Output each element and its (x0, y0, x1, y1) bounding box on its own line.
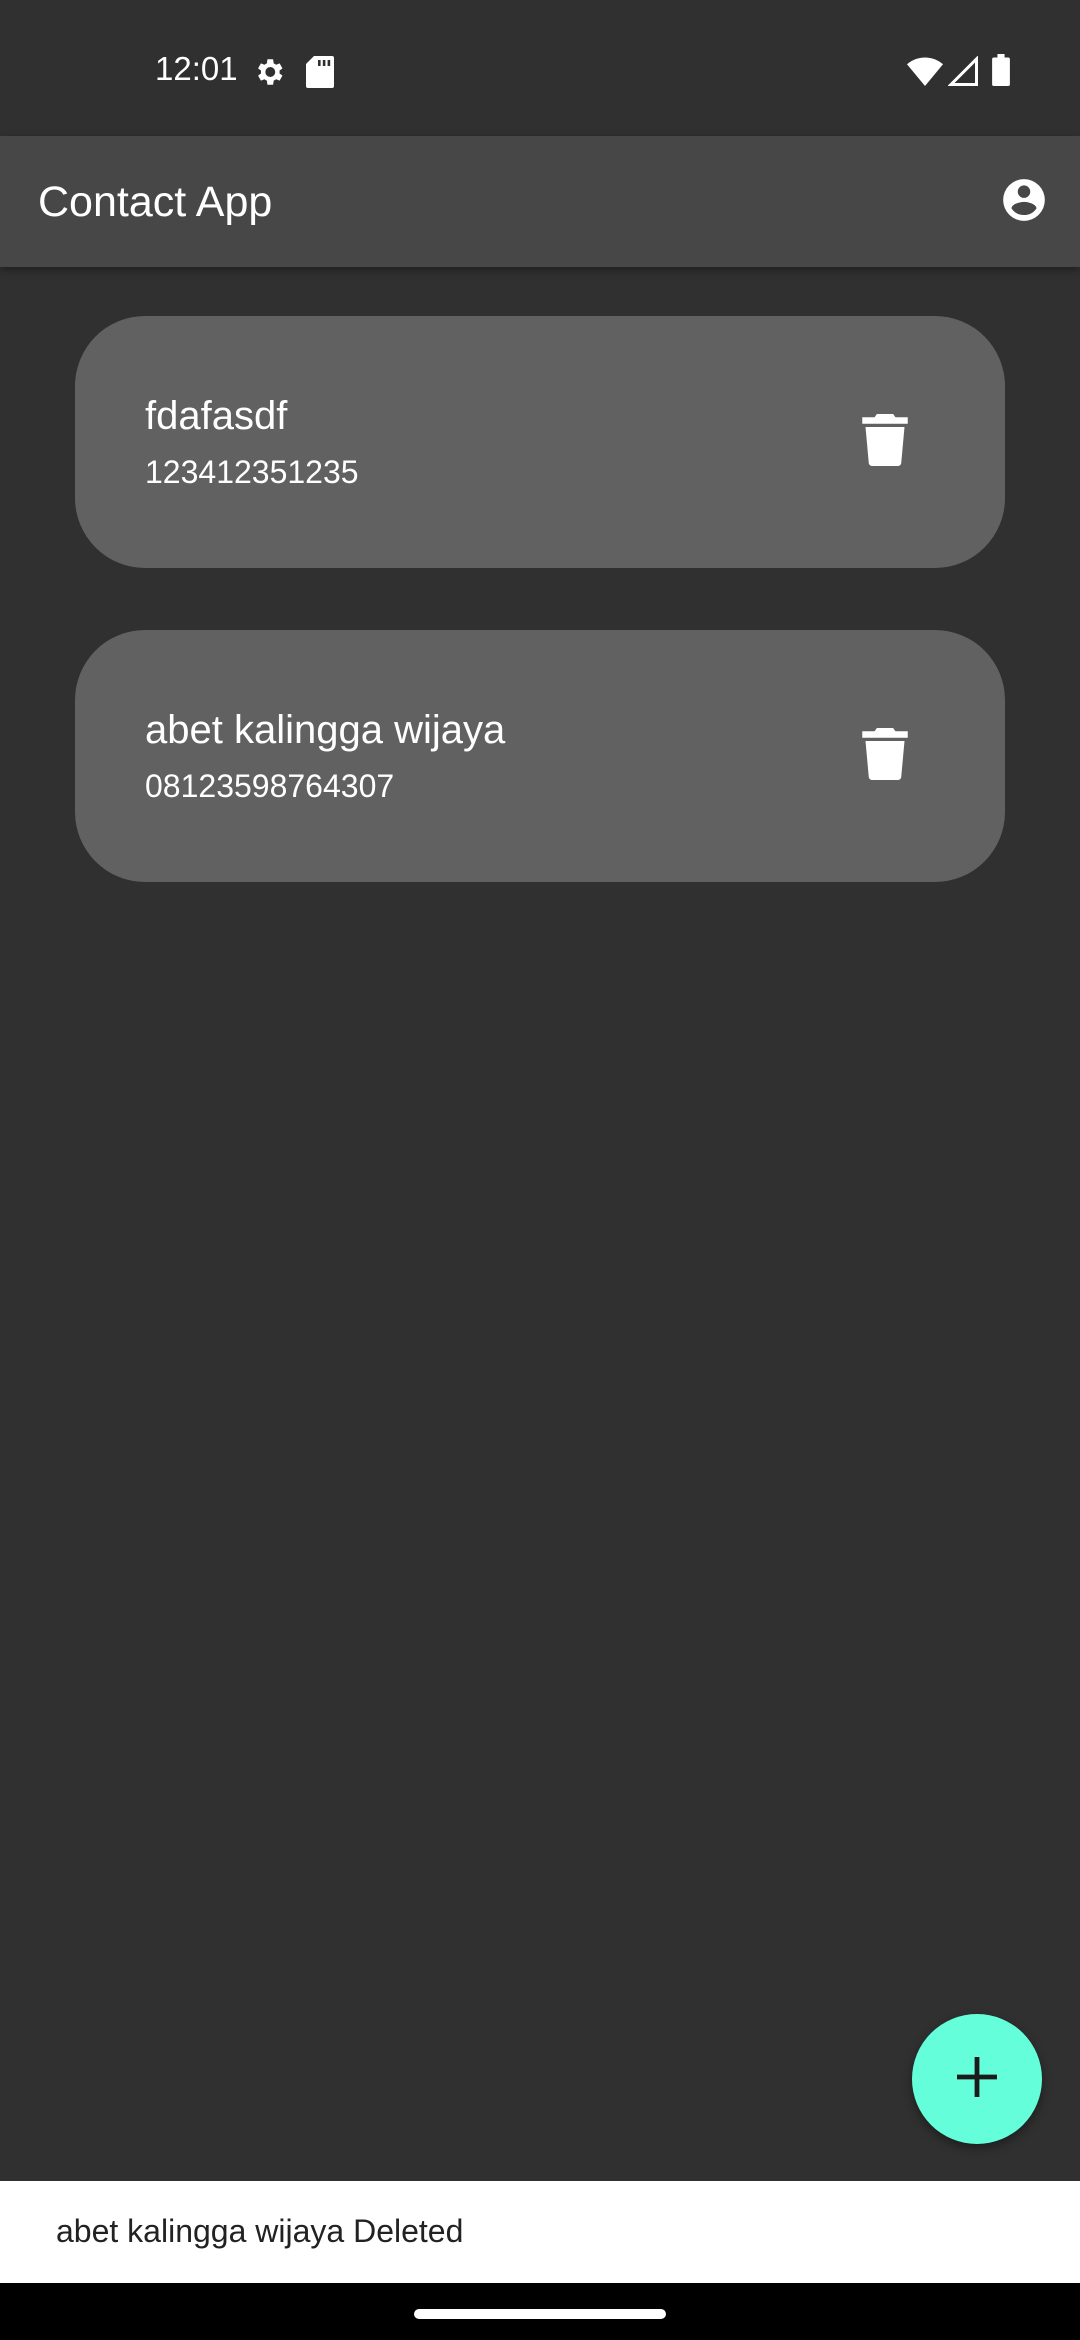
cellular-signal-icon (947, 55, 978, 91)
delete-icon (862, 727, 908, 785)
contact-card[interactable]: fdafasdf 123412351235 (75, 316, 1005, 568)
wifi-icon (907, 56, 943, 91)
contact-phone: 123412351235 (145, 454, 359, 490)
sd-card-icon (306, 56, 334, 93)
home-indicator[interactable] (414, 2309, 666, 2319)
delete-icon (862, 413, 908, 471)
contact-card[interactable]: abet kalingga wijaya 08123598764307 (75, 630, 1005, 882)
settings-gear-icon (252, 55, 286, 94)
add-icon (957, 2056, 997, 2102)
contact-phone: 08123598764307 (145, 768, 395, 804)
account-circle-icon (999, 175, 1049, 230)
contact-name: abet kalingga wijaya (145, 708, 506, 752)
contact-name: fdafasdf (145, 394, 288, 438)
screen: 12:01 Contact App fdafasdf 123412351235 … (0, 0, 1080, 2340)
navigation-bar (0, 2283, 1080, 2340)
battery-icon (992, 54, 1010, 91)
snackbar-message: abet kalingga wijaya Deleted (56, 2213, 464, 2249)
delete-contact-button[interactable] (845, 716, 925, 796)
add-contact-button[interactable] (912, 2014, 1042, 2144)
app-bar: Contact App (0, 136, 1080, 267)
status-time: 12:01 (155, 50, 238, 87)
account-button[interactable] (994, 172, 1054, 232)
snackbar: abet kalingga wijaya Deleted (0, 2181, 1080, 2283)
app-title: Contact App (38, 178, 273, 226)
delete-contact-button[interactable] (845, 402, 925, 482)
status-bar: 12:01 (0, 0, 1080, 136)
